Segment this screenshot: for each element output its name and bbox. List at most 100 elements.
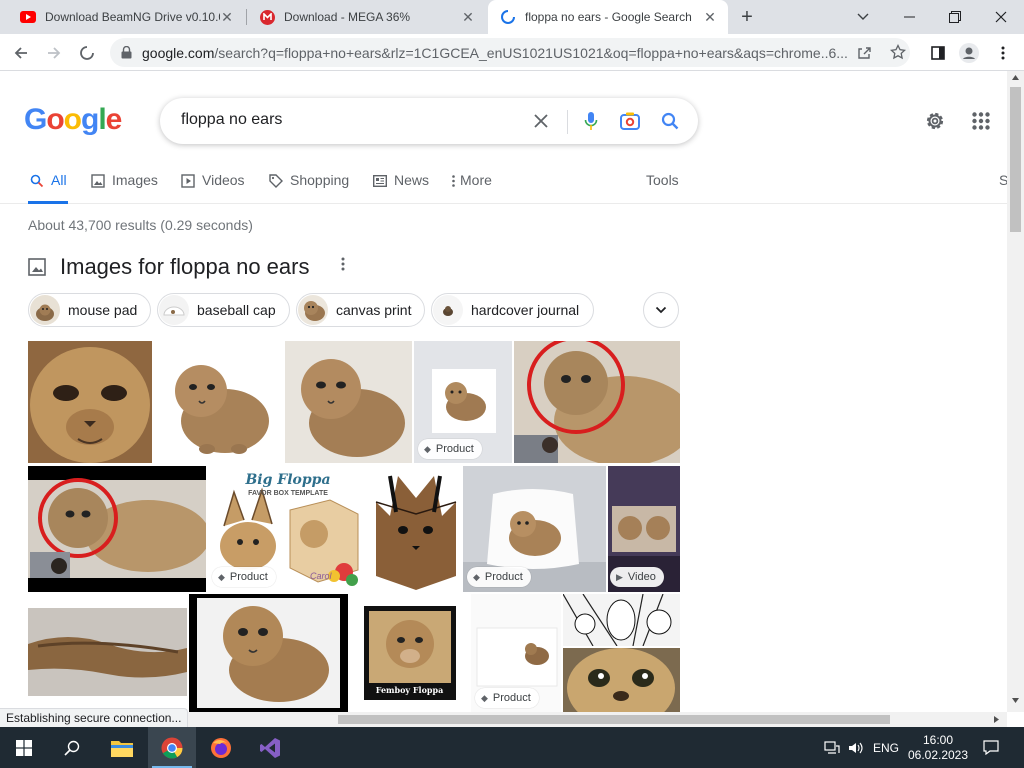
badge-label: Product: [484, 571, 523, 583]
lens-search-button[interactable]: [619, 110, 641, 132]
folder-icon: [111, 740, 133, 757]
avatar-icon: [959, 43, 979, 63]
stop-loading-button[interactable]: [74, 40, 100, 66]
start-button[interactable]: [0, 727, 48, 768]
new-tab-button[interactable]: +: [735, 6, 759, 28]
image-result[interactable]: [514, 341, 680, 463]
chevron-down-icon: [857, 13, 869, 20]
browser-tab-beamng[interactable]: Download BeamNG Drive v0.10.0 ✕: [0, 0, 245, 34]
logo-letter: e: [105, 103, 123, 136]
tab-news[interactable]: News: [372, 172, 429, 204]
scroll-up-icon[interactable]: [1012, 75, 1019, 80]
share-icon[interactable]: [856, 45, 872, 61]
search-button[interactable]: [659, 110, 681, 132]
search-icon: [661, 112, 679, 130]
apps-button[interactable]: [969, 109, 993, 133]
image-result[interactable]: ◆ Product: [471, 594, 561, 712]
network-icon[interactable]: [822, 727, 842, 768]
address-bar[interactable]: google.com/search?q=floppa+no+ears&rlz=1…: [110, 38, 910, 67]
window-close-button[interactable]: [978, 0, 1024, 34]
side-panel-button[interactable]: [925, 40, 951, 66]
firefox-icon: [211, 737, 231, 758]
image-result[interactable]: Big Floppa FAVOR BOX TEMPLATE ◆ Product C…: [208, 466, 368, 592]
microphone-icon: [584, 112, 598, 130]
tab-more[interactable]: More: [449, 172, 492, 204]
watermark-text: Carol: [310, 571, 332, 581]
image-result[interactable]: ◆ Product: [414, 341, 512, 463]
tab-search-button[interactable]: [840, 0, 886, 34]
tab-label: Images: [112, 172, 158, 188]
image-result[interactable]: [28, 341, 152, 463]
restore-icon: [949, 11, 961, 23]
clock[interactable]: 16:00 06.02.2023: [908, 727, 968, 768]
chip-canvas-print[interactable]: canvas print: [296, 293, 425, 327]
image-result[interactable]: ▶ Video: [608, 466, 680, 592]
search-input[interactable]: floppa no ears: [181, 111, 282, 129]
google-logo[interactable]: Google: [24, 103, 123, 137]
browser-tab-mega[interactable]: Download - MEGA 36% ✕: [246, 0, 486, 34]
vertical-scrollbar[interactable]: [1007, 71, 1024, 712]
mega-icon: [260, 9, 275, 25]
restore-button[interactable]: [932, 0, 978, 34]
chips-expand-button[interactable]: [643, 292, 679, 328]
tab-all[interactable]: All: [28, 172, 68, 204]
manga-panel-image: [563, 594, 680, 646]
product-badge: ◆ Product: [467, 567, 531, 587]
menu-button[interactable]: [990, 40, 1016, 66]
voice-search-button[interactable]: [580, 110, 602, 132]
file-explorer-button[interactable]: [98, 727, 146, 768]
more-vert-icon: [1001, 46, 1005, 60]
scrollbar-thumb[interactable]: [338, 715, 890, 724]
back-button[interactable]: [8, 40, 34, 66]
chip-mouse-pad[interactable]: mouse pad: [28, 293, 151, 327]
badge-label: Product: [492, 692, 531, 704]
language-indicator[interactable]: ENG: [870, 727, 902, 768]
scrollbar-thumb[interactable]: [1010, 87, 1021, 232]
profile-button[interactable]: [956, 40, 982, 66]
browser-tab-google[interactable]: floppa no ears - Google Search ✕: [488, 0, 728, 34]
badge-label: Product: [435, 443, 474, 455]
star-icon[interactable]: [890, 44, 906, 60]
image-result[interactable]: [563, 594, 680, 646]
clear-search-button[interactable]: [530, 110, 552, 132]
settings-button[interactable]: [923, 109, 947, 133]
tab-images[interactable]: Images: [90, 172, 158, 204]
scroll-right-icon[interactable]: [994, 716, 999, 723]
tab-title: Download BeamNG Drive v0.10.0: [45, 10, 220, 24]
floppa-circled-image: [28, 466, 206, 592]
taskbar-search-button[interactable]: [48, 727, 96, 768]
image-result[interactable]: [28, 594, 187, 712]
image-result[interactable]: [28, 466, 206, 592]
close-icon[interactable]: ✕: [219, 9, 235, 25]
image-result[interactable]: Femboy Floppa: [350, 594, 469, 712]
tag-icon: ◆: [481, 692, 488, 703]
volume-icon[interactable]: [846, 727, 866, 768]
image-result[interactable]: [189, 594, 348, 712]
image-result[interactable]: ◆ Product: [463, 466, 606, 592]
tab-label: Shopping: [290, 172, 350, 188]
firefox-taskbar-button[interactable]: [197, 727, 245, 768]
tools-button[interactable]: Tools: [646, 172, 679, 204]
images-section-header: Images for floppa no ears: [28, 252, 309, 282]
search-box[interactable]: floppa no ears: [160, 98, 698, 144]
visual-studio-taskbar-button[interactable]: [246, 727, 294, 768]
url-path: /search?q=floppa+no+ears&rlz=1C1GCEA_enU…: [214, 45, 848, 61]
image-result[interactable]: [285, 341, 412, 463]
image-result[interactable]: [370, 466, 461, 592]
tab-shopping[interactable]: Shopping: [268, 172, 349, 204]
notifications-button[interactable]: [978, 727, 1004, 768]
more-options-button[interactable]: [341, 257, 347, 273]
chip-hardcover-journal[interactable]: hardcover journal: [431, 293, 594, 327]
close-icon[interactable]: ✕: [460, 9, 476, 25]
chip-thumbnail: [298, 295, 328, 325]
minimize-button[interactable]: [886, 0, 932, 34]
image-result[interactable]: [155, 341, 282, 463]
badge-label: Video: [627, 571, 656, 583]
close-icon[interactable]: ✕: [702, 9, 718, 25]
tab-videos[interactable]: Videos: [180, 172, 245, 204]
image-result[interactable]: [563, 648, 680, 712]
chip-baseball-cap[interactable]: baseball cap: [157, 293, 290, 327]
scroll-down-icon[interactable]: [1012, 698, 1019, 703]
forward-button[interactable]: [41, 40, 67, 66]
chrome-taskbar-button[interactable]: [148, 727, 196, 768]
